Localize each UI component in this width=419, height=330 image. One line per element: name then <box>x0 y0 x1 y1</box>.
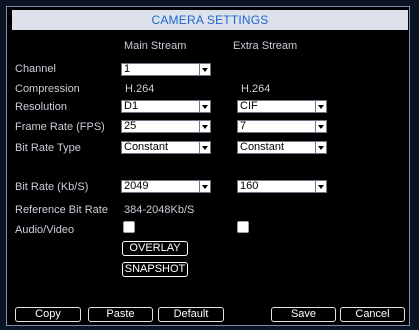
cancel-button[interactable]: Cancel <box>340 307 405 322</box>
resolution-main-value: D1 <box>124 100 139 112</box>
bit-rate-label: Bit Rate (Kb/S) <box>15 181 89 193</box>
bit-rate-main-value: 2049 <box>124 180 149 192</box>
bit-rate-type-extra-select[interactable]: Constant <box>237 141 327 154</box>
bit-rate-main-select[interactable]: 2049 <box>121 180 211 193</box>
overlay-button[interactable]: OVERLAY <box>122 241 188 256</box>
channel-label: Channel <box>15 63 56 75</box>
channel-select[interactable]: 1 <box>121 63 211 76</box>
frame-rate-main-value: 25 <box>124 120 137 132</box>
frame-rate-label: Frame Rate (FPS) <box>15 121 105 133</box>
snapshot-button[interactable]: SNAPSHOT <box>122 262 188 277</box>
paste-button[interactable]: Paste <box>88 307 153 322</box>
chevron-down-icon <box>315 142 326 153</box>
chevron-down-icon <box>315 121 326 132</box>
chevron-down-icon <box>199 101 210 112</box>
audio-video-main-checkbox[interactable] <box>123 221 135 233</box>
compression-main-value: H.264 <box>125 83 155 95</box>
frame-rate-extra-select[interactable]: 7 <box>237 120 327 133</box>
chevron-down-icon <box>315 101 326 112</box>
bit-rate-extra-select[interactable]: 160 <box>237 180 327 193</box>
dialog-title-bar: CAMERA SETTINGS <box>12 10 408 30</box>
frame-rate-main-select[interactable]: 25 <box>121 120 211 133</box>
compression-label: Compression <box>15 83 80 95</box>
bit-rate-type-extra-value: Constant <box>240 141 285 153</box>
chevron-down-icon <box>199 181 210 192</box>
resolution-main-select[interactable]: D1 <box>121 100 211 113</box>
resolution-extra-select[interactable]: CIF <box>237 100 327 113</box>
resolution-extra-value: CIF <box>240 100 258 112</box>
audio-video-extra-checkbox[interactable] <box>237 221 249 233</box>
compression-extra-value: H.264 <box>241 83 271 95</box>
bit-rate-type-label: Bit Rate Type <box>15 142 81 154</box>
chevron-down-icon <box>199 142 210 153</box>
extra-stream-header: Extra Stream <box>233 40 298 52</box>
channel-value: 1 <box>124 63 131 75</box>
bit-rate-extra-value: 160 <box>240 180 259 192</box>
chevron-down-icon <box>315 181 326 192</box>
save-button[interactable]: Save <box>271 307 336 322</box>
audio-video-label: Audio/Video <box>15 224 75 236</box>
bit-rate-type-main-value: Constant <box>124 141 169 153</box>
chevron-down-icon <box>199 64 210 75</box>
bit-rate-type-main-select[interactable]: Constant <box>121 141 211 154</box>
dialog-title: CAMERA SETTINGS <box>151 13 269 27</box>
reference-bit-rate-value: 384-2048Kb/S <box>124 204 195 216</box>
frame-rate-extra-value: 7 <box>240 120 247 132</box>
resolution-label: Resolution <box>15 101 67 113</box>
camera-settings-dialog: CAMERA SETTINGS <box>6 6 410 326</box>
reference-bit-rate-label: Reference Bit Rate <box>15 204 108 216</box>
copy-button[interactable]: Copy <box>15 307 81 322</box>
chevron-down-icon <box>199 121 210 132</box>
default-button[interactable]: Default <box>158 307 224 322</box>
main-stream-header: Main Stream <box>124 40 187 52</box>
